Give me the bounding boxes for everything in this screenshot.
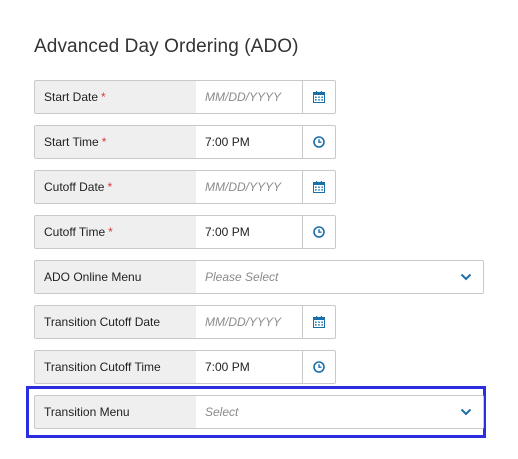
transition-menu-value[interactable]: Select [196,396,449,428]
start-date-input[interactable]: MM/DD/YYYY [196,81,302,113]
transition-cutoff-date-label: Transition Cutoff Date [35,306,196,338]
required-marker: * [108,225,113,239]
clock-icon [313,361,325,373]
transition-cutoff-date-input[interactable]: MM/DD/YYYY [196,306,302,338]
cutoff-date-label: Cutoff Date * [35,171,196,203]
chevron-down-icon [460,273,472,281]
start-time-clock-button[interactable] [302,126,335,158]
transition-cutoff-time-field: Transition Cutoff Time 7:00 PM [34,350,336,384]
start-time-label: Start Time * [35,126,196,158]
transition-menu-dropdown-button[interactable] [449,396,483,428]
cutoff-time-input[interactable]: 7:00 PM [196,216,302,248]
transition-cutoff-time-clock-button[interactable] [302,351,335,383]
ado-online-menu-dropdown-button[interactable] [449,261,483,293]
calendar-icon [313,91,325,103]
calendar-icon [313,316,325,328]
ado-online-menu-select[interactable]: ADO Online Menu Please Select [34,260,484,294]
transition-cutoff-date-calendar-button[interactable] [302,306,335,338]
calendar-icon [313,181,325,193]
transition-menu-select[interactable]: Transition Menu Select [34,395,484,429]
clock-icon [313,136,325,148]
required-marker: * [107,180,113,194]
transition-cutoff-time-label: Transition Cutoff Time [35,351,196,383]
ado-online-menu-value[interactable]: Please Select [196,261,449,293]
page-title: Advanced Day Ordering (ADO) [34,36,299,57]
cutoff-time-label: Cutoff Time * [35,216,196,248]
transition-cutoff-time-input[interactable]: 7:00 PM [196,351,302,383]
transition-menu-label: Transition Menu [35,396,196,428]
start-date-label: Start Date * [35,81,196,113]
start-time-input[interactable]: 7:00 PM [196,126,302,158]
cutoff-time-clock-button[interactable] [302,216,335,248]
required-marker: * [101,135,107,149]
start-time-field: Start Time * 7:00 PM [34,125,336,159]
cutoff-date-calendar-button[interactable] [302,171,335,203]
start-date-calendar-button[interactable] [302,81,335,113]
required-marker: * [101,90,106,104]
transition-cutoff-date-field: Transition Cutoff Date MM/DD/YYYY [34,305,336,339]
clock-icon [313,226,325,238]
start-date-field: Start Date * MM/DD/YYYY [34,80,336,114]
cutoff-date-field: Cutoff Date * MM/DD/YYYY [34,170,336,204]
ado-online-menu-label: ADO Online Menu [35,261,196,293]
cutoff-time-field: Cutoff Time * 7:00 PM [34,215,336,249]
chevron-down-icon [460,408,472,416]
cutoff-date-input[interactable]: MM/DD/YYYY [196,171,302,203]
